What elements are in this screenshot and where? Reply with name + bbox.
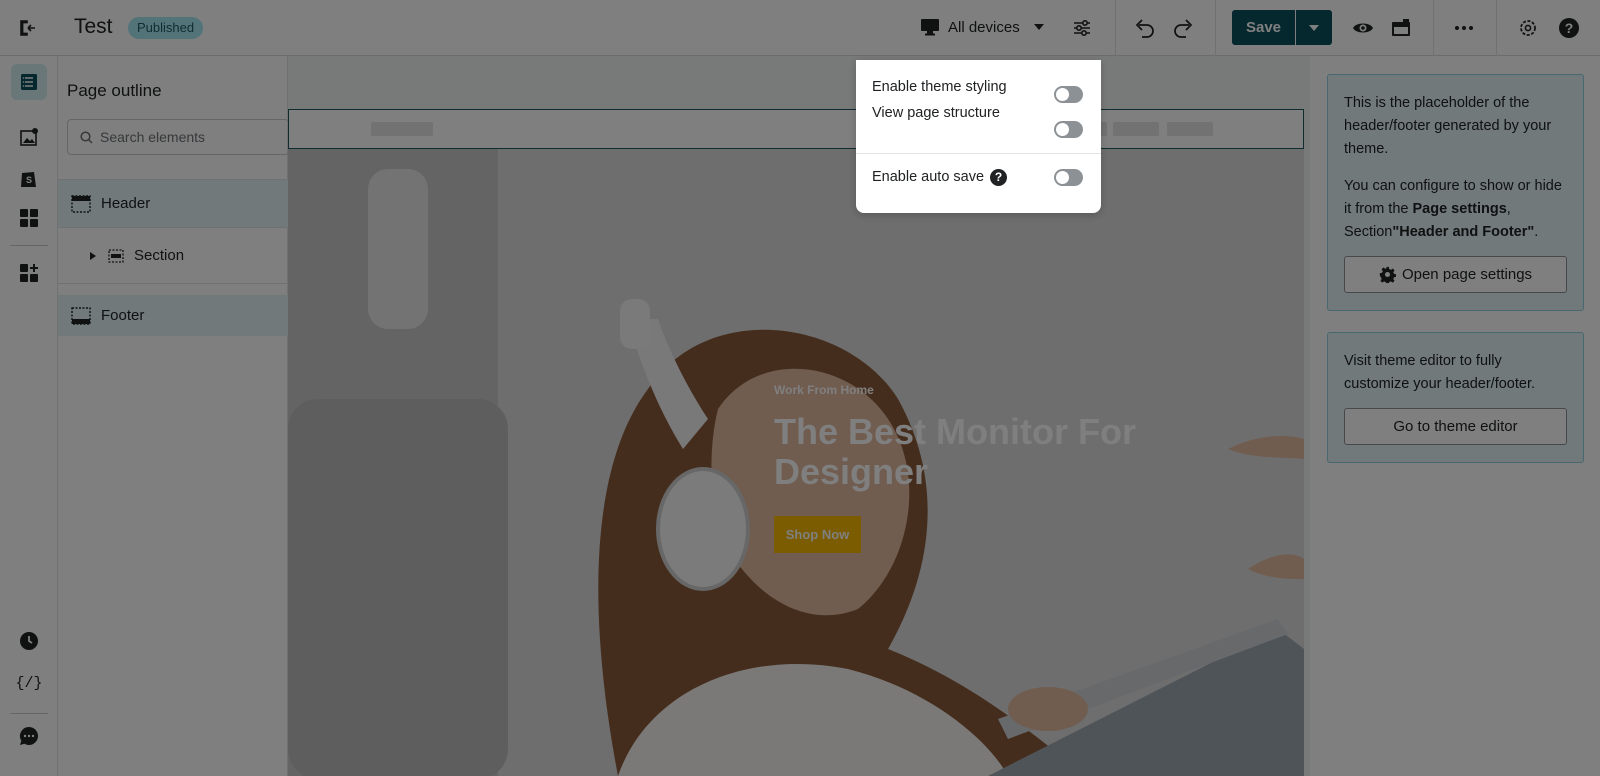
view-page-structure-row[interactable]: View page structure xyxy=(856,105,1101,153)
enable-auto-save-row[interactable]: Enable auto save ? xyxy=(856,154,1101,200)
enable-auto-save-toggle[interactable] xyxy=(1054,169,1083,186)
editor-settings-popover: Enable theme styling View page structure… xyxy=(856,60,1101,213)
setting-label: Enable auto save xyxy=(872,169,985,185)
view-page-structure-toggle[interactable] xyxy=(1054,121,1083,138)
help-icon[interactable]: ? xyxy=(990,168,1008,186)
enable-theme-styling-toggle[interactable] xyxy=(1054,86,1083,103)
modal-overlay[interactable] xyxy=(0,0,1600,776)
setting-label: Enable theme styling xyxy=(872,78,1007,95)
setting-label: View page structure xyxy=(872,105,1000,121)
